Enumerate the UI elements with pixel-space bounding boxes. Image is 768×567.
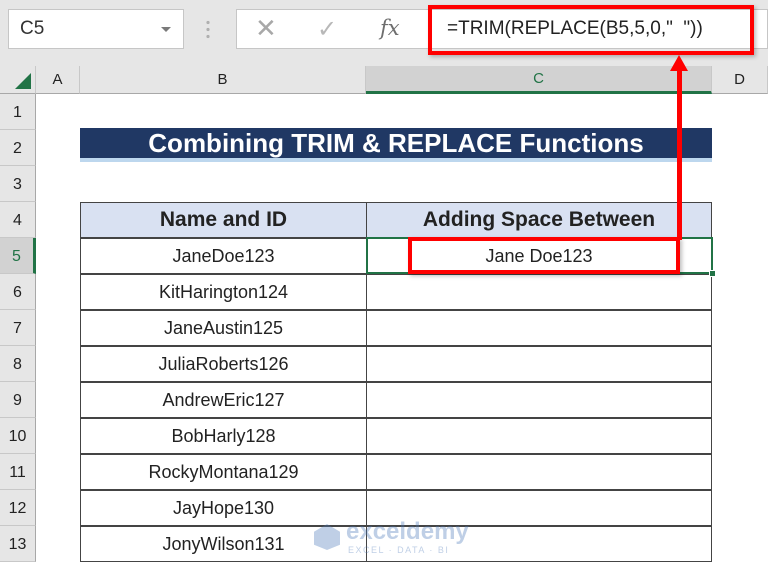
exceldemy-logo-icon: [314, 524, 340, 550]
fill-handle[interactable]: [709, 270, 716, 277]
table-cell-result[interactable]: [366, 274, 712, 310]
row-header-8[interactable]: 8: [0, 346, 36, 382]
chevron-down-icon[interactable]: [161, 27, 171, 32]
table-cell-name-id[interactable]: JaneAustin125: [80, 310, 367, 346]
row-header-1[interactable]: 1: [0, 94, 36, 130]
table-cell-result[interactable]: [366, 382, 712, 418]
watermark: exceldemy EXCEL · DATA · BI: [312, 518, 469, 562]
column-header-c[interactable]: C: [366, 66, 712, 94]
watermark-name: exceldemy: [346, 518, 469, 545]
column-header-b[interactable]: B: [80, 66, 366, 94]
table-cell-name-id[interactable]: RockyMontana129: [80, 454, 367, 490]
select-all-button[interactable]: [0, 66, 36, 94]
column-label: B: [217, 71, 228, 88]
table-cell-result[interactable]: [366, 454, 712, 490]
watermark-tagline: EXCEL · DATA · BI: [348, 545, 450, 555]
row-header-13[interactable]: 13: [0, 526, 36, 562]
table-cell-result[interactable]: [366, 346, 712, 382]
row-header-3[interactable]: 3: [0, 166, 36, 202]
column-header-d[interactable]: D: [712, 66, 768, 94]
annotation-arrow-line: [677, 68, 682, 240]
table-cell-name-id[interactable]: AndrewEric127: [80, 382, 367, 418]
row-header-4[interactable]: 4: [0, 202, 36, 238]
row-header-12[interactable]: 12: [0, 490, 36, 526]
sheet-title: Combining TRIM & REPLACE Functions: [80, 128, 712, 162]
table-cell-result[interactable]: [366, 310, 712, 346]
formula-highlight-box: [428, 5, 754, 55]
arrow-up-icon: [670, 55, 688, 71]
select-all-icon: [15, 73, 31, 89]
column-label: A: [52, 71, 63, 88]
column-header-a[interactable]: A: [36, 66, 80, 94]
table-header-name-id[interactable]: Name and ID: [80, 202, 367, 238]
table-cell-result[interactable]: [366, 418, 712, 454]
cancel-icon[interactable]: ✕: [255, 13, 277, 44]
enter-icon[interactable]: ✓: [317, 15, 337, 44]
column-label: D: [734, 71, 745, 88]
table-cell-name-id[interactable]: JayHope130: [80, 490, 367, 526]
row-header-7[interactable]: 7: [0, 310, 36, 346]
drag-grip-icon[interactable]: [206, 19, 210, 41]
name-box[interactable]: C5: [8, 9, 184, 49]
table-cell-name-id[interactable]: KitHarington124: [80, 274, 367, 310]
table-cell-name-id[interactable]: JuliaRoberts126: [80, 346, 367, 382]
row-header-2[interactable]: 2: [0, 130, 36, 166]
row-header-10[interactable]: 10: [0, 418, 36, 454]
row-header-9[interactable]: 9: [0, 382, 36, 418]
table-cell-name-id[interactable]: BobHarly128: [80, 418, 367, 454]
row-header-11[interactable]: 11: [0, 454, 36, 490]
table-cell-name-id[interactable]: JaneDoe123: [80, 238, 367, 274]
row-header-5[interactable]: 5: [0, 238, 36, 274]
table-header-adding-space[interactable]: Adding Space Between: [366, 202, 712, 238]
row-header-6[interactable]: 6: [0, 274, 36, 310]
name-box-value: C5: [20, 18, 45, 39]
result-highlight-box: [408, 237, 680, 274]
insert-function-icon[interactable]: fx: [380, 16, 400, 40]
column-label: C: [533, 70, 544, 87]
